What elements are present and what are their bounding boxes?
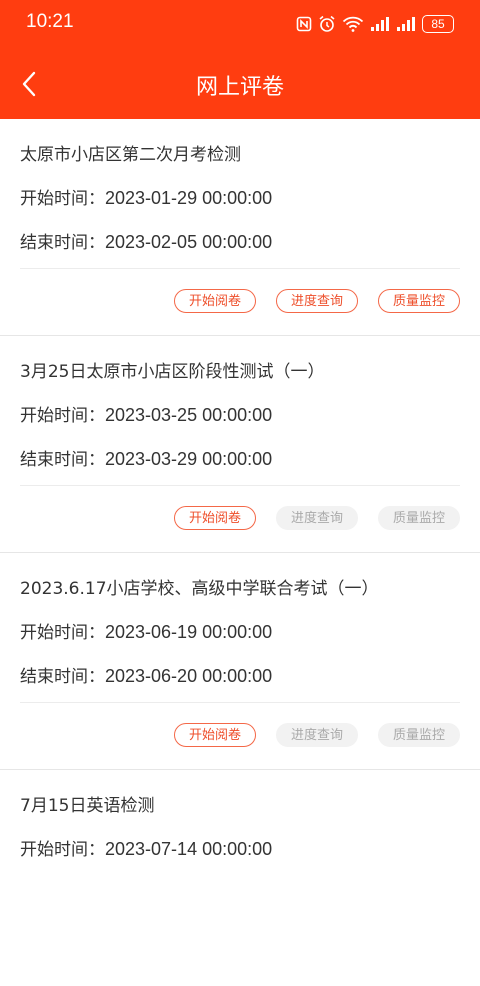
start-time-row: 开始时间：2023-03-25 00:00:00 xyxy=(20,401,272,426)
status-bar: 10:21 85 xyxy=(0,0,480,48)
progress-query-button[interactable]: 进度查询 xyxy=(276,289,358,313)
start-marking-button[interactable]: 开始阅卷 xyxy=(174,723,256,747)
wifi-icon xyxy=(342,15,364,33)
end-time-value: 2023-02-05 00:00:00 xyxy=(105,232,273,252)
progress-query-button[interactable]: 进度查询 xyxy=(276,506,358,530)
start-time-row: 开始时间：2023-01-29 00:00:00 xyxy=(20,184,272,209)
end-time-label: 结束时间： xyxy=(20,450,105,470)
progress-query-button[interactable]: 进度查询 xyxy=(276,723,358,747)
status-icons: 85 xyxy=(296,13,454,35)
exam-card[interactable]: 7月15日英语检测 开始时间：2023-07-14 00:00:00 xyxy=(0,770,480,986)
start-marking-button[interactable]: 开始阅卷 xyxy=(174,289,256,313)
start-time-label: 开始时间： xyxy=(20,189,105,209)
start-time-label: 开始时间： xyxy=(20,406,105,426)
end-time-row: 结束时间：2023-06-20 00:00:00 xyxy=(20,662,272,687)
end-time-value: 2023-03-29 00:00:00 xyxy=(105,449,273,469)
battery-icon: 85 xyxy=(422,15,454,33)
divider xyxy=(20,268,460,269)
quality-monitor-button[interactable]: 质量监控 xyxy=(378,723,460,747)
exam-title: 7月15日英语检测 xyxy=(20,796,155,816)
end-time-row: 结束时间：2023-03-29 00:00:00 xyxy=(20,445,272,470)
signal-icon xyxy=(396,16,416,32)
page-title: 网上评卷 xyxy=(195,75,284,100)
action-buttons: 开始阅卷 进度查询 质量监控 xyxy=(174,289,460,313)
start-time-value: 2023-07-14 00:00:00 xyxy=(105,839,273,859)
end-time-label: 结束时间： xyxy=(20,233,105,253)
start-time-row: 开始时间：2023-07-14 00:00:00 xyxy=(20,835,272,860)
status-time: 10:21 xyxy=(26,11,74,32)
end-time-label: 结束时间： xyxy=(20,667,105,687)
app-header: 10:21 85 网上评卷 xyxy=(0,0,480,119)
exam-title: 太原市小店区第二次月考检测 xyxy=(20,145,241,165)
action-buttons: 开始阅卷 进度查询 质量监控 xyxy=(174,723,460,747)
exam-title: 3月25日太原市小店区阶段性测试（一） xyxy=(20,362,325,382)
exam-title: 2023.6.17小店学校、高级中学联合考试（一） xyxy=(20,579,379,599)
start-time-value: 2023-03-25 00:00:00 xyxy=(105,405,273,425)
exam-card[interactable]: 2023.6.17小店学校、高级中学联合考试（一） 开始时间：2023-06-1… xyxy=(0,553,480,770)
divider xyxy=(20,485,460,486)
start-time-label: 开始时间： xyxy=(20,840,105,860)
alarm-icon xyxy=(318,15,336,33)
exam-list: 太原市小店区第二次月考检测 开始时间：2023-01-29 00:00:00 结… xyxy=(0,119,480,986)
end-time-value: 2023-06-20 00:00:00 xyxy=(105,666,273,686)
start-marking-button[interactable]: 开始阅卷 xyxy=(174,506,256,530)
nfc-icon xyxy=(296,16,312,32)
action-buttons: 开始阅卷 进度查询 质量监控 xyxy=(174,506,460,530)
exam-card[interactable]: 3月25日太原市小店区阶段性测试（一） 开始时间：2023-03-25 00:0… xyxy=(0,336,480,553)
start-time-value: 2023-06-19 00:00:00 xyxy=(105,622,273,642)
start-time-label: 开始时间： xyxy=(20,623,105,643)
divider xyxy=(20,702,460,703)
start-time-row: 开始时间：2023-06-19 00:00:00 xyxy=(20,618,272,643)
signal-icon xyxy=(370,16,390,32)
exam-card[interactable]: 太原市小店区第二次月考检测 开始时间：2023-01-29 00:00:00 结… xyxy=(0,119,480,336)
end-time-row: 结束时间：2023-02-05 00:00:00 xyxy=(20,228,272,253)
start-time-value: 2023-01-29 00:00:00 xyxy=(105,188,273,208)
quality-monitor-button[interactable]: 质量监控 xyxy=(378,506,460,530)
quality-monitor-button[interactable]: 质量监控 xyxy=(378,289,460,313)
